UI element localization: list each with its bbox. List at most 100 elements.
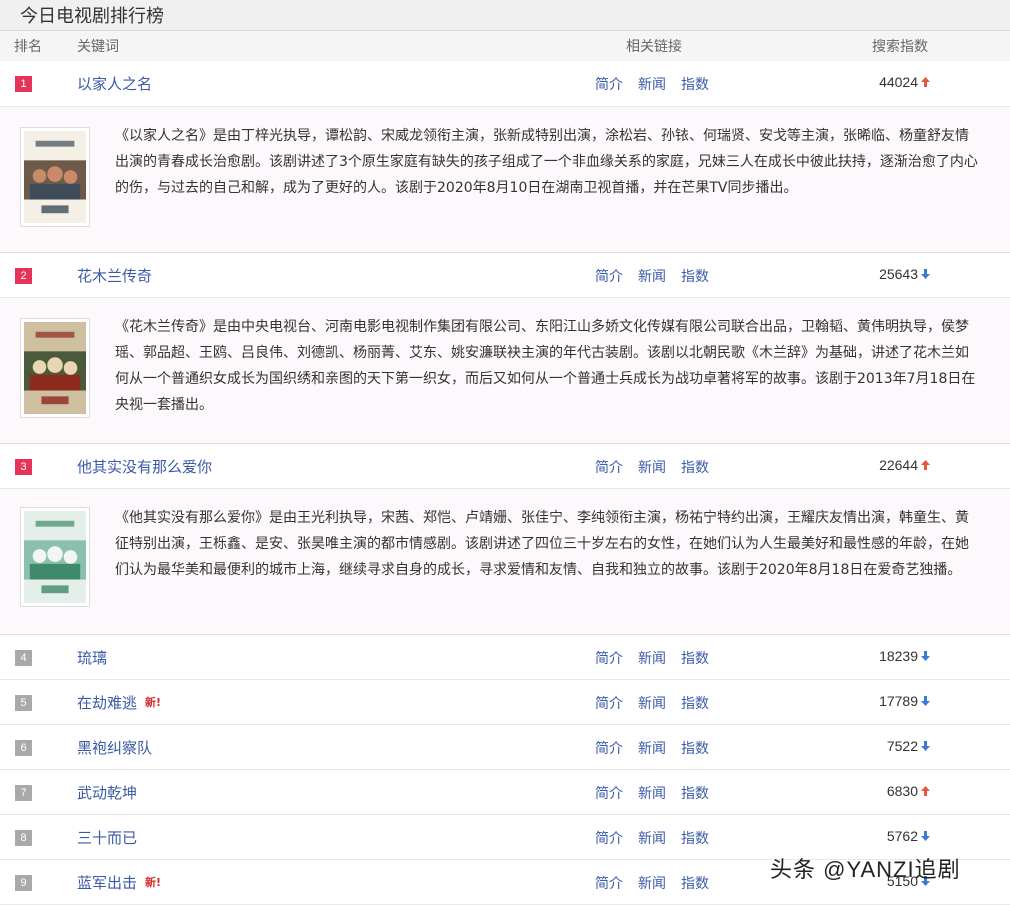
keyword-link[interactable]: 在劫难逃 新! bbox=[77, 692, 161, 713]
trend-down-icon bbox=[918, 738, 930, 754]
keyword-text[interactable]: 琉璃 bbox=[77, 649, 107, 667]
keyword-text[interactable]: 武动乾坤 bbox=[77, 784, 137, 802]
keyword-text[interactable]: 蓝军出击 bbox=[77, 874, 137, 892]
keyword-text[interactable]: 黑袍纠察队 bbox=[77, 739, 152, 757]
keyword-link[interactable]: 武动乾坤 bbox=[77, 782, 137, 803]
keyword-text[interactable]: 花木兰传奇 bbox=[77, 267, 152, 285]
news-link[interactable]: 新闻 bbox=[638, 876, 666, 892]
detail-panel: 《他其实没有那么爱你》是由王光利执导，宋茜、郑恺、卢靖姗、张佳宁、李纯领衔主演，… bbox=[0, 489, 1010, 635]
search-index-value: 22644 bbox=[879, 457, 918, 473]
rank-badge: 1 bbox=[15, 76, 32, 92]
trend-down-icon bbox=[918, 266, 930, 282]
search-index-value: 7522 bbox=[886, 738, 918, 754]
index-link[interactable]: 指数 bbox=[681, 651, 709, 667]
keyword-link[interactable]: 花木兰传奇 bbox=[77, 265, 152, 286]
search-index: 17789 bbox=[879, 693, 930, 709]
related-links: 简介 新闻 指数 bbox=[595, 738, 724, 758]
keyword-link[interactable]: 蓝军出击 新! bbox=[77, 872, 161, 893]
index-link[interactable]: 指数 bbox=[681, 77, 709, 93]
related-links: 简介 新闻 指数 bbox=[595, 828, 724, 848]
column-rank: 排名 bbox=[14, 39, 42, 55]
intro-link[interactable]: 简介 bbox=[595, 77, 623, 93]
related-links: 简介 新闻 指数 bbox=[595, 457, 724, 477]
search-index-value: 25643 bbox=[879, 266, 918, 282]
intro-link[interactable]: 简介 bbox=[595, 876, 623, 892]
index-link[interactable]: 指数 bbox=[681, 831, 709, 847]
description-text: 《以家人之名》是由丁梓光执导，谭松韵、宋威龙领衔主演，张新成特别出演，涂松岩、孙… bbox=[115, 128, 978, 196]
ranking-row: 4 琉璃 简介 新闻 指数 18239 bbox=[0, 635, 1010, 680]
keyword-text[interactable]: 三十而已 bbox=[77, 829, 137, 847]
keyword-text[interactable]: 以家人之名 bbox=[77, 75, 152, 93]
trend-down-icon bbox=[918, 693, 930, 709]
intro-link[interactable]: 简介 bbox=[595, 831, 623, 847]
news-link[interactable]: 新闻 bbox=[638, 741, 666, 757]
trend-up-icon bbox=[918, 74, 930, 90]
intro-link[interactable]: 简介 bbox=[595, 741, 623, 757]
search-index-value: 18239 bbox=[879, 648, 918, 664]
rank-badge: 8 bbox=[15, 830, 32, 846]
search-index: 25643 bbox=[879, 266, 930, 282]
watermark: 头条 @YANZI追剧 bbox=[770, 857, 961, 882]
ranking-row: 5 在劫难逃 新! 简介 新闻 指数 17789 bbox=[0, 680, 1010, 725]
intro-link[interactable]: 简介 bbox=[595, 269, 623, 285]
intro-link[interactable]: 简介 bbox=[595, 696, 623, 712]
ranking-row: 7 武动乾坤 简介 新闻 指数 6830 bbox=[0, 770, 1010, 815]
index-link[interactable]: 指数 bbox=[681, 696, 709, 712]
news-link[interactable]: 新闻 bbox=[638, 651, 666, 667]
news-link[interactable]: 新闻 bbox=[638, 696, 666, 712]
poster-image[interactable] bbox=[20, 318, 90, 418]
rank-badge: 4 bbox=[15, 650, 32, 666]
trend-down-icon bbox=[918, 828, 930, 844]
column-search-index: 搜索指数 bbox=[872, 39, 928, 55]
ranking-row: 1 以家人之名 简介 新闻 指数 44024 bbox=[0, 61, 1010, 107]
rank-badge: 6 bbox=[15, 740, 32, 756]
index-link[interactable]: 指数 bbox=[681, 460, 709, 476]
new-tag: 新! bbox=[145, 876, 162, 889]
search-index-value: 5762 bbox=[886, 828, 918, 844]
poster-image[interactable] bbox=[20, 127, 90, 227]
column-keyword: 关键词 bbox=[77, 39, 119, 55]
news-link[interactable]: 新闻 bbox=[638, 460, 666, 476]
description-text: 《他其实没有那么爱你》是由王光利执导，宋茜、郑恺、卢靖姗、张佳宁、李纯领衔主演，… bbox=[115, 510, 969, 578]
search-index: 7522 bbox=[887, 738, 930, 754]
related-links: 简介 新闻 指数 bbox=[595, 74, 724, 94]
keyword-text[interactable]: 在劫难逃 bbox=[77, 694, 137, 712]
keyword-text[interactable]: 他其实没有那么爱你 bbox=[77, 458, 212, 476]
news-link[interactable]: 新闻 bbox=[638, 269, 666, 285]
index-link[interactable]: 指数 bbox=[681, 269, 709, 285]
rank-badge: 3 bbox=[15, 459, 32, 475]
intro-link[interactable]: 简介 bbox=[595, 786, 623, 802]
poster-image[interactable] bbox=[20, 507, 90, 607]
intro-link[interactable]: 简介 bbox=[595, 651, 623, 667]
search-index-value: 44024 bbox=[879, 74, 918, 90]
intro-link[interactable]: 简介 bbox=[595, 460, 623, 476]
news-link[interactable]: 新闻 bbox=[638, 831, 666, 847]
search-index-value: 6830 bbox=[886, 783, 918, 799]
keyword-link[interactable]: 三十而已 bbox=[77, 827, 137, 848]
index-link[interactable]: 指数 bbox=[681, 741, 709, 757]
ranking-list: 1 以家人之名 简介 新闻 指数 44024 《以家人之名》是由丁梓光执导，谭松韵、… bbox=[0, 61, 1010, 905]
index-link[interactable]: 指数 bbox=[681, 876, 709, 892]
keyword-link[interactable]: 黑袍纠察队 bbox=[77, 737, 152, 758]
keyword-link[interactable]: 以家人之名 bbox=[77, 73, 152, 94]
keyword-link[interactable]: 琉璃 bbox=[77, 647, 107, 668]
search-index: 22644 bbox=[879, 457, 930, 473]
keyword-link[interactable]: 他其实没有那么爱你 bbox=[77, 456, 212, 477]
search-index: 44024 bbox=[879, 74, 930, 90]
search-index: 6830 bbox=[887, 783, 930, 799]
trend-up-icon bbox=[918, 783, 930, 799]
related-links: 简介 新闻 指数 bbox=[595, 693, 724, 713]
ranking-row: 3 他其实没有那么爱你 简介 新闻 指数 22644 bbox=[0, 444, 1010, 489]
trend-down-icon bbox=[918, 648, 930, 664]
related-links: 简介 新闻 指数 bbox=[595, 873, 724, 893]
search-index: 18239 bbox=[879, 648, 930, 664]
search-index-value: 17789 bbox=[879, 693, 918, 709]
search-index: 5762 bbox=[887, 828, 930, 844]
news-link[interactable]: 新闻 bbox=[638, 786, 666, 802]
column-header-row: 排名 关键词 相关链接 搜索指数 bbox=[0, 31, 1010, 61]
news-link[interactable]: 新闻 bbox=[638, 77, 666, 93]
index-link[interactable]: 指数 bbox=[681, 786, 709, 802]
related-links: 简介 新闻 指数 bbox=[595, 648, 724, 668]
related-links: 简介 新闻 指数 bbox=[595, 783, 724, 803]
detail-panel: 《花木兰传奇》是由中央电视台、河南电影电视制作集团有限公司、东阳江山多娇文化传媒… bbox=[0, 298, 1010, 444]
